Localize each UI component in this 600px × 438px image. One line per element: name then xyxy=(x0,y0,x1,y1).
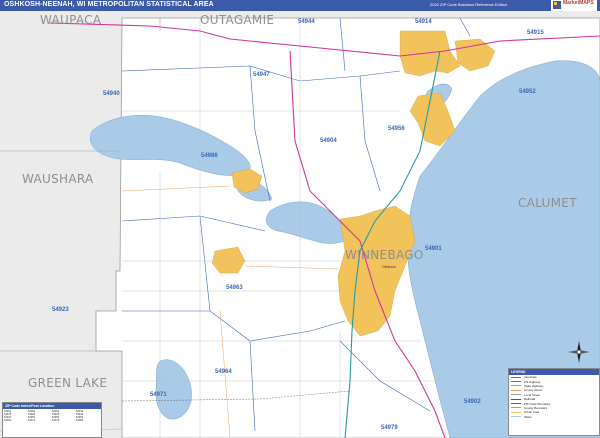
zip-label: 54904 xyxy=(320,138,337,144)
legend-label: County Road xyxy=(524,388,542,393)
county-label-green-lake: GREEN LAKE xyxy=(28,376,107,390)
zip-label: 54902 xyxy=(464,399,481,405)
zip-label: 54952 xyxy=(519,89,536,95)
legend-label: State Highway xyxy=(524,383,544,388)
brand-logo: MarketMAPS xyxy=(551,0,597,11)
legend-swatch xyxy=(511,416,521,418)
legend-item: Water xyxy=(509,415,599,419)
county-label-waupaca: WAUPACA xyxy=(40,13,102,27)
zip-label: 54901 xyxy=(425,246,442,252)
zip-label: 54914 xyxy=(415,19,432,25)
map-title: OSHKOSH-NEENAH, WI METROPOLITAN STATISTI… xyxy=(4,1,214,8)
county-label-calumet: CALUMET xyxy=(518,196,577,210)
legend-swatch xyxy=(511,411,521,413)
logo-icon xyxy=(553,1,561,9)
zip-label: 54944 xyxy=(298,19,315,25)
legend-label: US Highway xyxy=(524,379,541,384)
zip-label: 54986 xyxy=(201,153,218,159)
compass-rose-icon xyxy=(568,341,590,363)
county-label-outagamie: OUTAGAMIE xyxy=(200,13,274,27)
legend-swatch xyxy=(511,385,521,387)
map-frame: OSHKOSH-NEENAH, WI METROPOLITAN STATISTI… xyxy=(0,0,600,438)
logo-brand-text: MarketMAPS xyxy=(563,0,594,6)
legend-swatch xyxy=(511,403,521,405)
legend-rows: Interstate US Highway State Highway County … xyxy=(509,375,599,419)
zip-label: 54915 xyxy=(527,30,544,36)
legend-swatch xyxy=(511,407,521,409)
zip-index-entry: 54986 xyxy=(76,419,84,422)
legend-swatch xyxy=(511,389,521,391)
legend-label: County Boundary xyxy=(524,405,548,410)
zip-label: 54971 xyxy=(150,392,167,398)
zip-label: 54964 xyxy=(215,369,232,375)
map-subtitle: 2020 ZIP Code Business Reference Edition xyxy=(430,2,508,7)
zip-label: 54979 xyxy=(381,425,398,431)
county-label-waushara: WAUSHARA xyxy=(22,172,94,186)
zip-label: 54963 xyxy=(226,285,243,291)
urban-omro xyxy=(211,246,246,274)
place-label-oshkosh: Oshkosh xyxy=(382,265,396,269)
legend-label: Local Street xyxy=(524,392,541,397)
map-legend: LEGEND Interstate US Highway State Highway… xyxy=(508,368,600,436)
legend-swatch xyxy=(511,398,521,400)
legend-label: Interstate xyxy=(524,375,537,380)
title-bar: OSHKOSH-NEENAH, WI METROPOLITAN STATISTI… xyxy=(0,0,600,11)
legend-swatch xyxy=(511,394,521,396)
county-label-winnebago: WINNEBAGO xyxy=(345,248,424,262)
legend-label: Railroad xyxy=(524,397,536,402)
legend-label: ZIP Code Boundary xyxy=(524,401,551,406)
zip-label: 54923 xyxy=(52,307,69,313)
legend-label: Urban Area xyxy=(524,410,540,415)
zip-index-entry: 54964 xyxy=(4,419,12,422)
zip-label: 54956 xyxy=(388,126,405,132)
zip-label: 54947 xyxy=(253,72,270,78)
zip-index-entry: 54971 xyxy=(28,419,36,422)
legend-label: Water xyxy=(524,414,532,419)
legend-swatch xyxy=(511,376,521,378)
zip-index-entry: 54979 xyxy=(52,419,60,422)
zip-index-box: ZIP Code Index/Post Location 54901 54902 5… xyxy=(2,402,102,438)
zip-index-grid: 54901 54902 54904 54914 54915 54923 54940 54944… xyxy=(3,409,101,423)
legend-swatch xyxy=(511,381,521,383)
zip-label: 54940 xyxy=(103,91,120,97)
